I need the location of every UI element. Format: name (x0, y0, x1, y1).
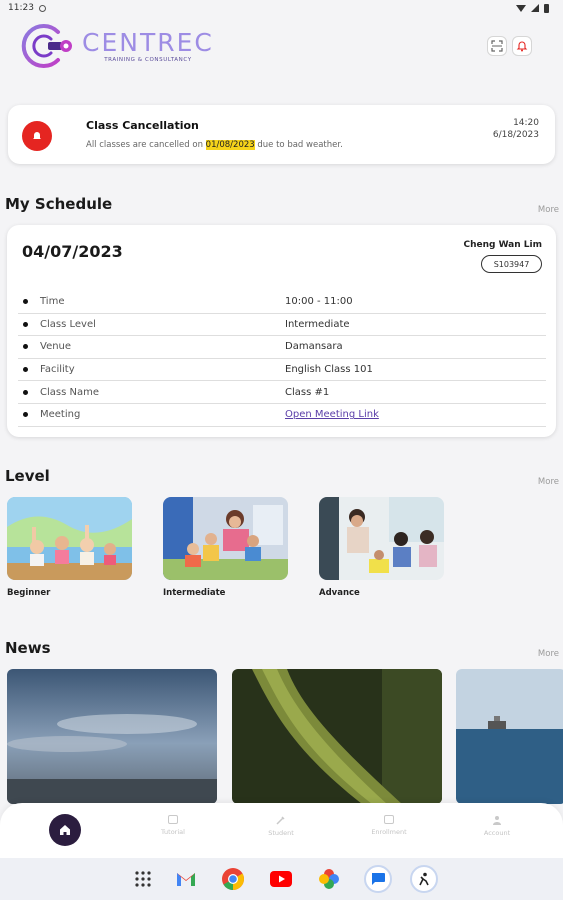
nav-item-account[interactable]: Account (467, 815, 527, 837)
news-card[interactable] (7, 669, 217, 804)
schedule-row-facility: Facility English Class 101 (18, 359, 546, 382)
wifi-icon (516, 4, 526, 12)
signal-icon (531, 4, 539, 12)
chrome-icon (222, 868, 244, 890)
news-more-link[interactable]: More (538, 649, 559, 659)
notice-highlight-date: 01/08/2023 (205, 140, 255, 150)
photos-app[interactable] (317, 867, 341, 891)
nav-item-tutorial[interactable]: Tutorial (143, 815, 203, 836)
schedule-row-time: Time 10:00 - 11:00 (18, 291, 546, 314)
news-image-moss (232, 669, 442, 804)
schedule-row-class-name: Class Name Class #1 (18, 381, 546, 404)
schedule-row-class-level: Class Level Intermediate (18, 314, 546, 337)
level-label: Beginner (7, 588, 51, 598)
battery-icon (544, 3, 549, 13)
level-image-advance (319, 497, 444, 580)
alert-icon (22, 121, 52, 151)
schedule-more-link[interactable]: More (538, 205, 559, 215)
notice-timestamp: 14:20 6/18/2023 (492, 118, 539, 140)
schedule-row-venue: Venue Damansara (18, 336, 546, 359)
app-header: CENTREC TRAINING & CONSULTANCY (0, 16, 563, 76)
gmail-app[interactable] (174, 867, 198, 891)
apps-grid-icon (135, 871, 151, 887)
student-name: Cheng Wan Lim (463, 240, 542, 250)
level-card-advance[interactable]: Advance (319, 497, 444, 598)
brand-name: CENTREC (82, 27, 214, 57)
scan-icon (491, 40, 503, 52)
home-icon (60, 825, 70, 835)
nav-item-enrollment[interactable]: Enrollment (359, 815, 419, 836)
notification-dot-icon (38, 4, 46, 12)
schedule-details: Time 10:00 - 11:00 Class Level Intermedi… (18, 291, 546, 427)
level-image-intermediate (163, 497, 288, 580)
book-icon (168, 815, 178, 824)
level-card-beginner[interactable]: Beginner (7, 497, 132, 598)
bullet-icon (23, 321, 28, 327)
app-icon (419, 872, 429, 886)
photos-icon (319, 869, 339, 889)
gmail-icon (177, 873, 195, 886)
chrome-app[interactable] (221, 867, 245, 891)
student-id-badge: S103947 (481, 255, 542, 273)
schedule-row-meeting: Meeting Open Meeting Link (18, 404, 546, 427)
nav-item-student[interactable]: Student (251, 815, 311, 837)
brand-tagline: TRAINING & CONSULTANCY (104, 56, 192, 63)
apps-grid-button[interactable] (131, 867, 155, 891)
news-image-sea (456, 669, 563, 804)
nav-item-home[interactable] (49, 814, 81, 846)
bullet-icon (23, 299, 28, 305)
messages-app[interactable] (364, 865, 392, 893)
news-image-sky (7, 669, 217, 804)
active-app[interactable] (410, 865, 438, 893)
bullet-icon (23, 344, 28, 350)
messages-icon (372, 873, 385, 885)
status-time: 11:23 (8, 3, 34, 13)
notification-button[interactable] (512, 36, 532, 56)
enroll-icon (384, 815, 394, 824)
level-card-intermediate[interactable]: Intermediate (163, 497, 288, 598)
bell-icon (516, 41, 528, 52)
pencil-icon (276, 816, 285, 825)
schedule-date: 04/07/2023 (22, 242, 123, 261)
centrec-logo-icon (21, 24, 72, 68)
news-carousel (7, 669, 563, 804)
bullet-icon (23, 389, 28, 395)
news-card[interactable] (456, 669, 563, 804)
brand-logo: CENTREC TRAINING & CONSULTANCY (18, 20, 214, 72)
level-label: Intermediate (163, 588, 226, 598)
schedule-section-title: My Schedule (5, 195, 113, 213)
bullet-icon (23, 412, 28, 418)
level-section-title: Level (5, 467, 50, 485)
system-dock (0, 858, 563, 900)
level-carousel: Beginner Intermediate Advance (7, 497, 563, 607)
news-section-title: News (5, 639, 51, 657)
level-more-link[interactable]: More (538, 477, 559, 487)
person-icon (493, 816, 501, 825)
status-bar: 11:23 (0, 0, 563, 16)
notice-title: Class Cancellation (86, 119, 199, 132)
scan-button[interactable] (487, 36, 507, 56)
notice-body: All classes are cancelled on 01/08/2023 … (86, 140, 343, 150)
news-card[interactable] (232, 669, 442, 804)
level-image-beginner (7, 497, 132, 580)
meeting-link[interactable]: Open Meeting Link (285, 409, 379, 420)
bullet-icon (23, 367, 28, 373)
level-label: Advance (319, 588, 360, 598)
youtube-app[interactable] (269, 867, 293, 891)
bottom-nav: Tutorial Student Enrollment Account (0, 803, 563, 858)
youtube-icon (270, 871, 292, 887)
schedule-card[interactable]: 04/07/2023 Cheng Wan Lim S103947 Time 10… (7, 225, 556, 437)
notice-card[interactable]: Class Cancellation All classes are cance… (8, 105, 555, 164)
